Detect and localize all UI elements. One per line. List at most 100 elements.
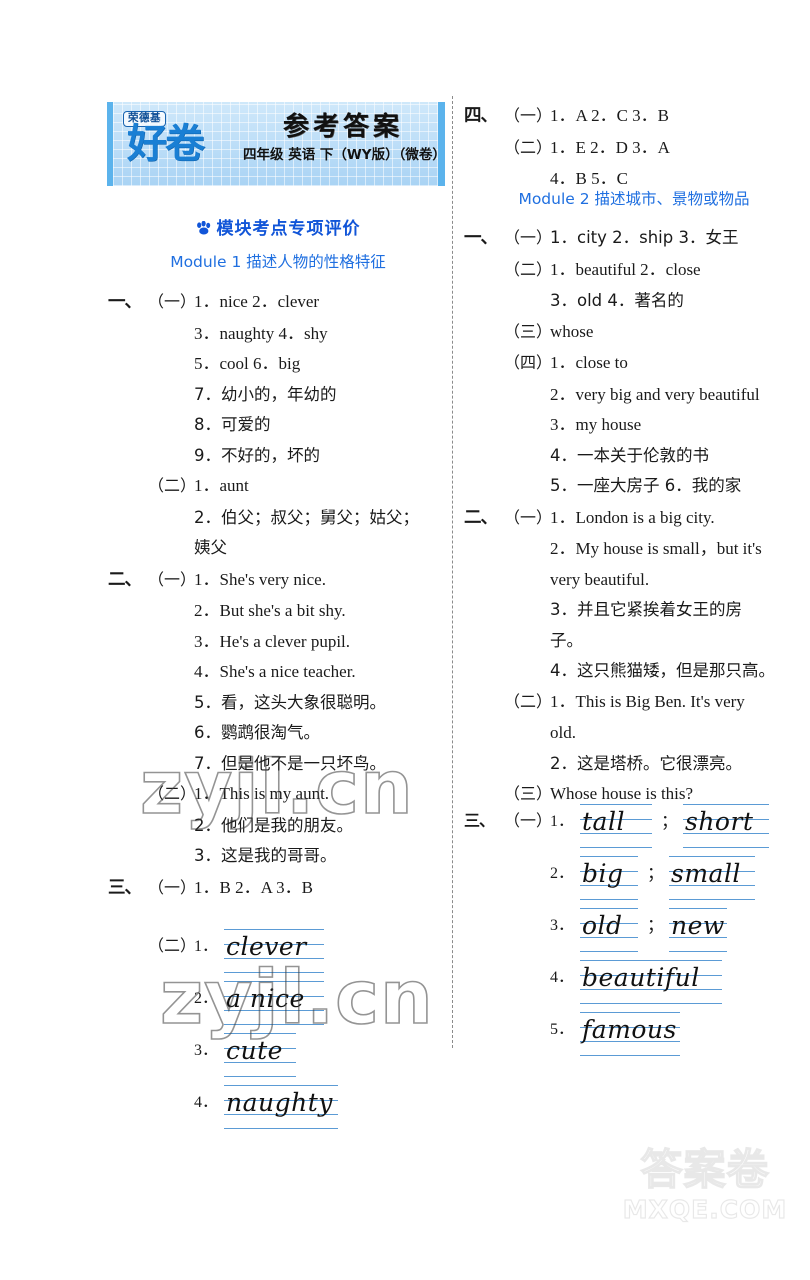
answer-text: 4．一本关于伦敦的书 xyxy=(550,445,709,465)
handwritten-word: naughty xyxy=(226,1088,333,1117)
handwriting-separator: ； xyxy=(647,864,664,883)
subgroup-number: （一） xyxy=(504,813,553,830)
subgroup-number: （二） xyxy=(148,938,197,955)
answer-text: 4．She's a nice teacher. xyxy=(194,662,356,681)
answer-text: 1．London is a big city. xyxy=(550,507,715,527)
answer-row: 三、 （一） 1．B 2．A 3．B xyxy=(108,872,448,905)
handwriting-answer-slot: old xyxy=(580,904,638,956)
answer-text: 7．但是他不是一只坏鸟。 xyxy=(194,753,386,773)
handwriting-row: 4． beautiful xyxy=(464,956,804,1008)
handwriting-answer-slot: a nice xyxy=(224,977,324,1029)
item-number: 3． xyxy=(550,917,575,934)
handwriting-answer-slot: small xyxy=(669,852,755,904)
handwritten-word: big xyxy=(582,859,624,888)
header-title-group: 参考答案 四年级 英语 下（WY版）（微卷） xyxy=(243,110,446,166)
answer-text: very beautiful. xyxy=(550,569,650,589)
answer-row: 4．She's a nice teacher. xyxy=(108,657,448,688)
handwritten-word: new xyxy=(671,911,725,940)
answer-text: 5．cool 6．big xyxy=(194,354,301,373)
answer-text: 2．very big and very beautiful xyxy=(550,384,760,404)
module1-heading: Module 1 描述人物的性格特征 xyxy=(170,253,386,271)
answer-row: （四） 1．close to xyxy=(464,348,804,380)
answer-row: 姨父 xyxy=(108,533,448,564)
answer-row: 7．但是他不是一只坏鸟。 xyxy=(108,749,448,780)
question-number: 一、 xyxy=(108,291,142,311)
right-handwriting-block: 三、 （一） 1． tall ； short 2． big ； small 3． old ； new 4． b… xyxy=(464,800,804,1060)
answer-text: 3．old 4．著名的 xyxy=(550,291,684,310)
handwritten-word: small xyxy=(671,859,741,888)
answer-text: 1．E 2．D 3．A xyxy=(550,137,670,157)
handwriting-answer-slot: cute xyxy=(224,1029,296,1081)
left-handwriting-block: （二） 1． clever 2． a nice 3． cute 4． naughty xyxy=(108,925,448,1133)
answer-text: 5．一座大房子 6．我的家 xyxy=(550,476,742,495)
question-number: 一、 xyxy=(464,227,498,247)
handwriting-answer-slot: famous xyxy=(580,1008,680,1060)
answer-text: 5．看，这头大象很聪明。 xyxy=(194,692,386,712)
answer-text: 7．幼小的，年幼的 xyxy=(194,384,337,404)
handwriting-answer-slot: new xyxy=(669,904,727,956)
answer-row: 3．这是我的哥哥。 xyxy=(108,841,448,872)
brand-logo: 荣德基 好卷 xyxy=(123,108,251,180)
answer-row: 2．My house is small，but it's xyxy=(464,534,804,565)
answer-row: 四、 （一） 1．A 2．C 3．B xyxy=(464,100,804,133)
item-number: 1． xyxy=(194,938,219,955)
answer-text: 1．This is my aunt. xyxy=(194,784,330,803)
answer-row: 2．But she's a bit shy. xyxy=(108,596,448,627)
handwriting-row: 5． famous xyxy=(464,1008,804,1060)
answer-text: 1．city 2．ship 3．女王 xyxy=(550,228,739,247)
section-heading-label: 模块考点专项评价 xyxy=(216,219,361,239)
question-number: 三、 xyxy=(108,876,142,897)
answer-text: 1．close to xyxy=(550,353,628,372)
handwritten-word: old xyxy=(582,911,623,940)
paw-print-icon xyxy=(196,220,212,240)
item-number: 5． xyxy=(550,1021,575,1038)
handwriting-separator: ； xyxy=(661,812,678,831)
handwriting-separator: ； xyxy=(647,916,664,935)
subgroup-number: （一） xyxy=(148,294,197,311)
page-subtitle: 四年级 英语 下（WY版）（微卷） xyxy=(243,147,446,163)
watermark-bottom: 答案卷 MXQE.COM xyxy=(605,1144,805,1225)
handwriting-answer-slot: short xyxy=(683,800,769,852)
answer-row: （三） whose xyxy=(464,317,804,349)
answer-row: 一、 （一） 1．nice 2．clever xyxy=(108,286,448,319)
answer-row: 5．一座大房子 6．我的家 xyxy=(464,471,804,502)
right-answer-block-4: 四、 （一） 1．A 2．C 3．B （二） 1．E 2．D 3．A 4．B 5．C xyxy=(464,100,804,195)
subgroup-number: （三） xyxy=(504,323,553,341)
module2-heading: Module 2 描述城市、景物或物品 xyxy=(518,190,750,208)
answer-row: 7．幼小的，年幼的 xyxy=(108,380,448,411)
answer-row: （二） 1．E 2．D 3．A xyxy=(464,133,804,165)
handwriting-row: 3． old ； new xyxy=(464,904,804,956)
handwriting-answer-slot: beautiful xyxy=(580,956,722,1008)
answer-text: 2．伯父；叔父；舅父；姑父； xyxy=(194,507,419,527)
item-number: 4． xyxy=(550,969,575,986)
answer-row: very beautiful. xyxy=(464,565,804,596)
answer-text: 3．He's a clever pupil. xyxy=(194,631,351,651)
answer-text: 1．beautiful 2．close xyxy=(550,259,701,279)
header-banner: 荣德基 好卷 参考答案 四年级 英语 下（WY版）（微卷） xyxy=(107,102,446,186)
answer-row: 一、 （一） 1．city 2．ship 3．女王 xyxy=(464,222,804,255)
handwriting-answer-slot: big xyxy=(580,852,638,904)
answer-text: 2．他们是我的朋友。 xyxy=(194,815,353,835)
question-number: 二、 xyxy=(464,506,498,527)
answer-text: 1．B 2．A 3．B xyxy=(194,877,314,897)
handwriting-answer-slot: tall xyxy=(580,800,652,852)
answer-row: 子。 xyxy=(464,626,804,657)
answer-row: 5．cool 6．big xyxy=(108,349,448,380)
answer-text: 4．这只熊猫矮，但是那只高。 xyxy=(550,661,775,680)
answer-text: 1．This is Big Ben. It's very xyxy=(550,691,745,711)
answer-text: 3．my house xyxy=(550,415,642,434)
answer-row: 3．my house xyxy=(464,410,804,441)
answer-row: 3．old 4．著名的 xyxy=(464,286,804,317)
answer-row: （二） 1．beautiful 2．close xyxy=(464,255,804,287)
answer-row: 3．He's a clever pupil. xyxy=(108,627,448,658)
watermark-bottom-cn: 答案卷 xyxy=(640,1144,770,1194)
subgroup-number: （四） xyxy=(504,355,553,372)
column-divider xyxy=(452,96,453,1048)
subgroup-number: （一） xyxy=(504,230,553,247)
subgroup-number: （一） xyxy=(148,571,197,589)
answer-row: old. xyxy=(464,718,804,749)
answer-row: 二、 （一） 1．London is a big city. xyxy=(464,502,804,535)
subgroup-number: （一） xyxy=(148,879,197,897)
answer-text: 3．并且它紧挨着女王的房 xyxy=(550,600,742,619)
subgroup-number: （二） xyxy=(504,139,553,157)
